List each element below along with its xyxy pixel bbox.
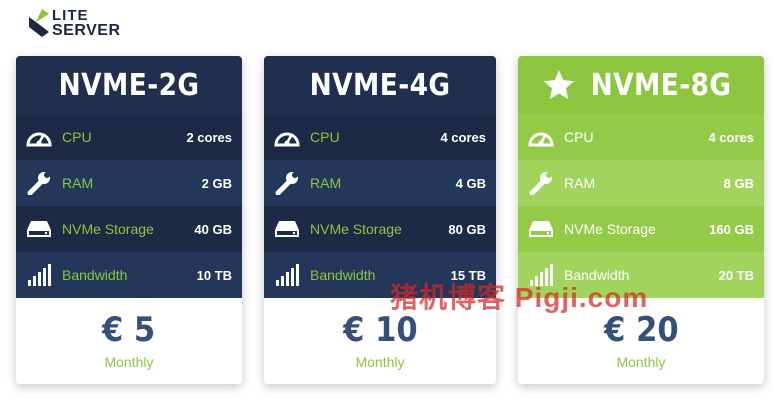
hard-drive-icon (275, 221, 299, 237)
brand-line2: SERVER (52, 22, 121, 39)
spec-value: 10 TB (196, 267, 232, 283)
spec-row-storage: NVMe Storage 80 GB (264, 206, 496, 252)
spec-row-storage: NVMe Storage 40 GB (16, 206, 242, 252)
hard-drive-icon (27, 221, 51, 237)
price-amount: € 20 (603, 310, 679, 350)
spec-value: 2 cores (186, 129, 232, 145)
spec-value: 4 GB (455, 175, 486, 191)
speedometer-icon (26, 132, 52, 147)
price-period: Monthly (104, 354, 154, 370)
spec-label: RAM (62, 175, 94, 191)
watermark-text: 猪机博客 Pigji.com (390, 282, 649, 313)
spec-row-cpu: CPU 4 cores (264, 114, 496, 160)
brand-logo[interactable]: LITE SERVER (28, 6, 121, 40)
spec-label: Bandwidth (62, 267, 128, 283)
plan-header: NVME-2G (16, 56, 242, 114)
plan-card-nvme-2g[interactable]: NVME-2G CPU 2 cores RAM 2 GB NVMe Storag… (16, 56, 242, 384)
speedometer-icon (274, 132, 300, 147)
plan-card-nvme-8g[interactable]: NVME-8G CPU 4 cores RAM 8 GB NVMe Storag… (518, 56, 764, 384)
spec-value: 40 GB (194, 221, 232, 237)
hard-drive-icon (529, 221, 553, 237)
spec-row-bandwidth: Bandwidth 10 TB (16, 252, 242, 298)
wrench-icon (529, 172, 552, 195)
spec-label: NVMe Storage (62, 221, 154, 237)
plan-header: NVME-4G (264, 56, 496, 114)
spec-label: CPU (310, 129, 340, 145)
spec-label: CPU (62, 129, 92, 145)
spec-value: 20 TB (718, 267, 754, 283)
speedometer-icon (528, 132, 554, 147)
logo-mark-icon (29, 9, 49, 37)
spec-row-ram: RAM 4 GB (264, 160, 496, 206)
wrench-icon (27, 172, 50, 195)
spec-value: 8 GB (723, 175, 754, 191)
wrench-icon (275, 172, 298, 195)
spec-value: 4 cores (440, 129, 486, 145)
star-icon (543, 70, 575, 100)
plan-title: NVME-8G (590, 67, 732, 103)
brand-line1: LITE (52, 7, 89, 24)
spec-label: Bandwidth (310, 267, 376, 283)
price-amount: € 10 (342, 310, 418, 350)
spec-value: 160 GB (709, 221, 754, 237)
spec-label: RAM (564, 175, 596, 191)
plan-card-nvme-4g[interactable]: NVME-4G CPU 4 cores RAM 4 GB NVMe Storag… (264, 56, 496, 384)
spec-value: 4 cores (708, 129, 754, 145)
price-period: Monthly (355, 354, 405, 370)
signal-bars-icon (28, 264, 51, 286)
spec-row-cpu: CPU 4 cores (518, 114, 764, 160)
spec-label: CPU (564, 129, 594, 145)
spec-row-cpu: CPU 2 cores (16, 114, 242, 160)
price-block: € 5 Monthly (16, 298, 242, 384)
spec-label: NVMe Storage (564, 221, 656, 237)
spec-value: 2 GB (201, 175, 232, 191)
spec-row-storage: NVMe Storage 160 GB (518, 206, 764, 252)
spec-label: NVMe Storage (310, 221, 402, 237)
spec-value: 80 GB (448, 221, 486, 237)
signal-bars-icon (276, 264, 299, 286)
plan-title: NVME-4G (309, 67, 451, 103)
price-period: Monthly (616, 354, 666, 370)
plan-header: NVME-8G (518, 56, 764, 114)
plan-title: NVME-2G (58, 67, 200, 103)
spec-row-ram: RAM 2 GB (16, 160, 242, 206)
price-amount: € 5 (102, 310, 156, 350)
spec-label: RAM (310, 175, 342, 191)
spec-row-ram: RAM 8 GB (518, 160, 764, 206)
